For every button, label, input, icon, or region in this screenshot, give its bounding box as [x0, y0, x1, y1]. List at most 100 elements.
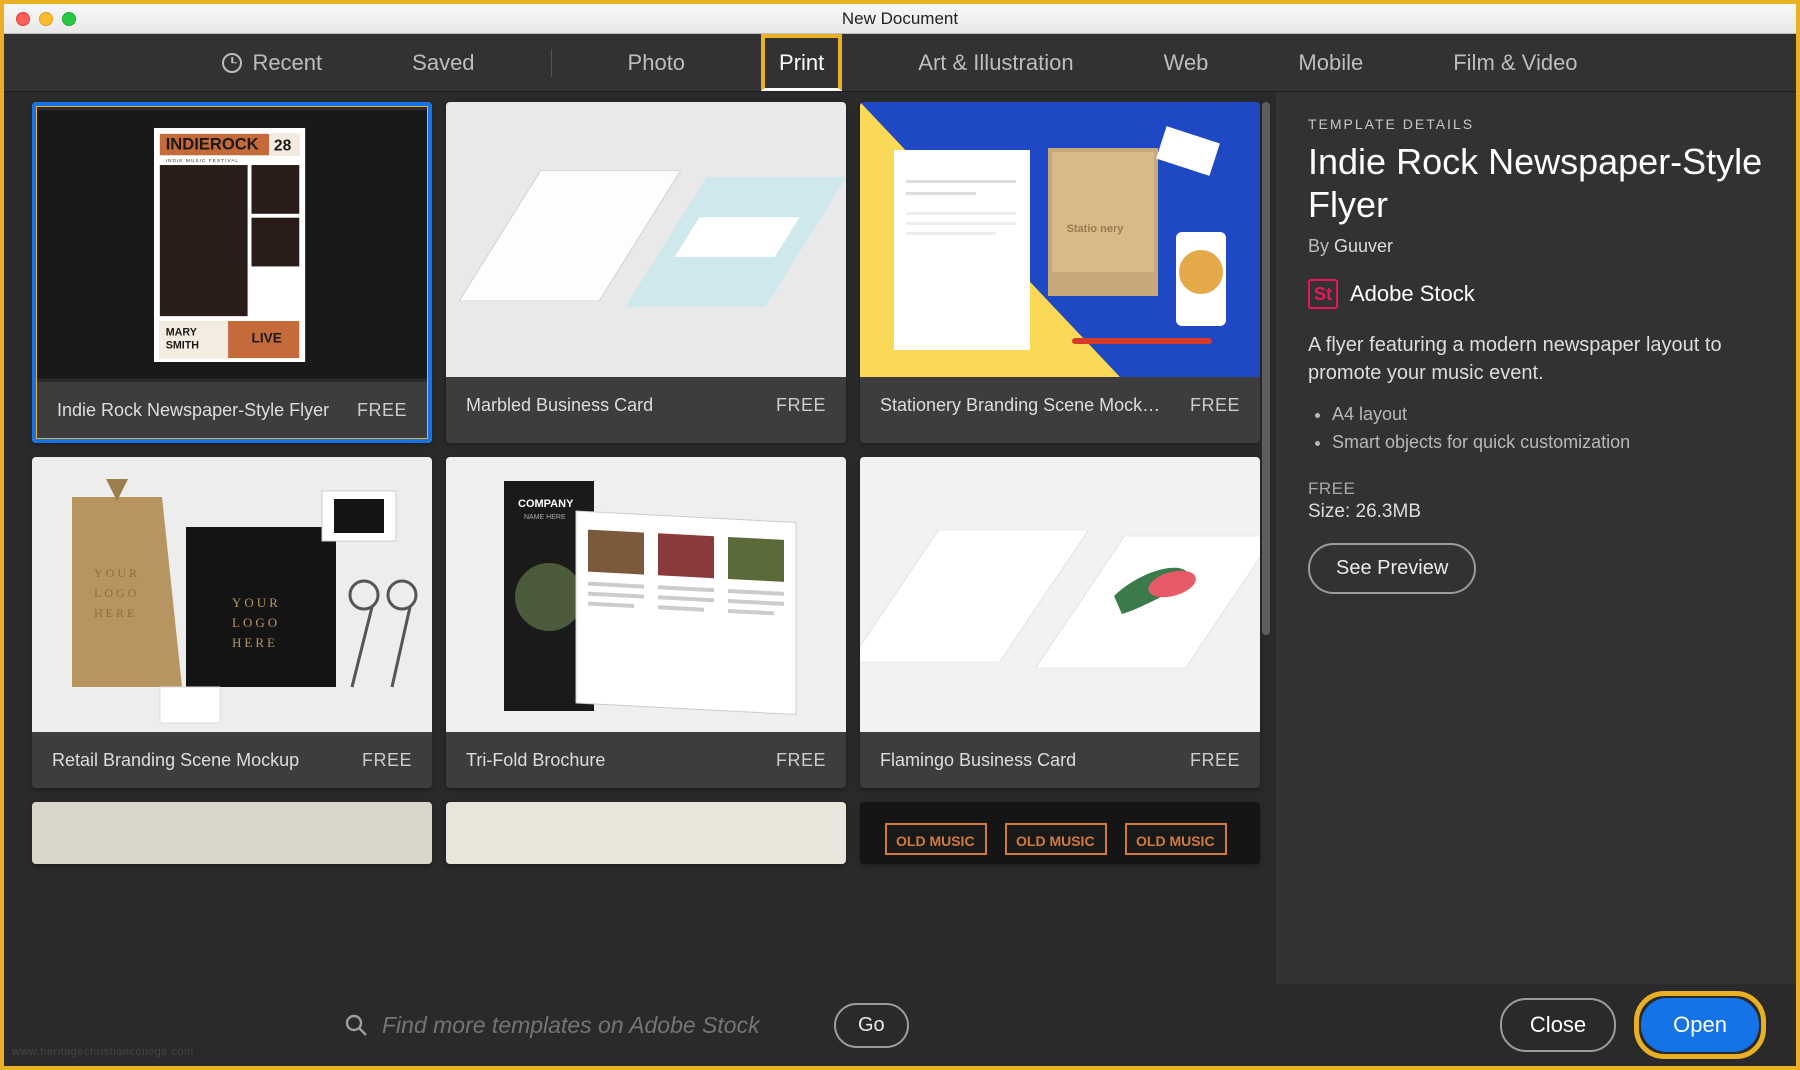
tab-web[interactable]: Web	[1150, 40, 1223, 86]
svg-text:YOUR: YOUR	[232, 595, 281, 610]
template-name: Tri-Fold Brochure	[466, 750, 605, 771]
tab-art[interactable]: Art & Illustration	[904, 40, 1087, 86]
template-card[interactable]: Statio nery Stationery Branding Scene Mo…	[860, 102, 1260, 443]
svg-text:LIVE: LIVE	[252, 330, 282, 345]
template-price: FREE	[362, 750, 412, 771]
template-card[interactable]: Flamingo Business Card FREE	[860, 457, 1260, 788]
adobe-stock-label: Adobe Stock	[1350, 281, 1475, 307]
tab-saved[interactable]: Saved	[398, 40, 488, 86]
svg-text:Statio nery: Statio nery	[1067, 223, 1125, 235]
grid-scrollbar[interactable]	[1264, 102, 1270, 864]
template-grid-pane: INDIEROCK 28 INDIE MUSIC FESTIVAL MARY	[4, 92, 1276, 984]
stock-search: Go	[4, 1003, 1500, 1048]
window-title: New Document	[4, 9, 1796, 29]
tab-photo[interactable]: Photo	[614, 40, 700, 86]
template-caption: Stationery Branding Scene Mock… FREE	[860, 377, 1260, 433]
template-name: Retail Branding Scene Mockup	[52, 750, 299, 771]
template-thumbnail: COMPANY NAME HERE	[446, 457, 846, 732]
clock-icon	[222, 53, 242, 73]
category-tabs: Recent Saved Photo Print Art & Illustrat…	[4, 34, 1796, 92]
template-thumbnail: YOUR LOGO HERE YOUR LOGO HERE	[32, 457, 432, 732]
template-card[interactable]	[446, 802, 846, 864]
details-title: Indie Rock Newspaper-Style Flyer	[1308, 140, 1764, 226]
template-card[interactable]: YOUR LOGO HERE YOUR LOGO HERE Retail	[32, 457, 432, 788]
main-content: INDIEROCK 28 INDIE MUSIC FESTIVAL MARY	[4, 92, 1796, 984]
template-price: FREE	[357, 400, 407, 421]
go-button[interactable]: Go	[834, 1003, 909, 1048]
tab-label: Print	[779, 50, 824, 76]
author-name: Guuver	[1334, 236, 1393, 256]
template-thumbnail	[32, 802, 432, 864]
dialog-footer: Go Close Open	[4, 984, 1796, 1066]
svg-text:HERE: HERE	[94, 606, 137, 620]
bullet-item: A4 layout	[1332, 401, 1764, 429]
svg-text:INDIEROCK: INDIEROCK	[166, 134, 259, 153]
tab-label: Art & Illustration	[918, 50, 1073, 76]
tab-recent[interactable]: Recent	[208, 40, 336, 86]
svg-text:COMPANY: COMPANY	[518, 498, 574, 510]
details-byline: By Guuver	[1308, 236, 1764, 257]
details-heading: TEMPLATE DETAILS	[1308, 116, 1764, 132]
adobe-stock-icon: St	[1308, 279, 1338, 309]
svg-text:28: 28	[274, 137, 292, 154]
open-highlight: Open	[1634, 991, 1766, 1059]
svg-text:LOGO: LOGO	[232, 615, 280, 630]
template-thumbnail	[446, 802, 846, 864]
template-card[interactable]: COMPANY NAME HERE	[446, 457, 846, 788]
template-card[interactable]	[32, 802, 432, 864]
search-icon	[344, 1013, 368, 1037]
template-name: Flamingo Business Card	[880, 750, 1076, 771]
tab-print[interactable]: Print	[761, 34, 842, 91]
template-thumbnail: Statio nery	[860, 102, 1260, 377]
details-bullets: A4 layout Smart objects for quick custom…	[1308, 401, 1764, 457]
svg-text:HERE: HERE	[232, 635, 278, 650]
template-price: FREE	[1190, 750, 1240, 771]
svg-text:SMITH: SMITH	[166, 339, 200, 351]
tab-label: Photo	[628, 50, 686, 76]
svg-text:INDIE MUSIC FESTIVAL: INDIE MUSIC FESTIVAL	[166, 158, 239, 164]
template-name: Indie Rock Newspaper-Style Flyer	[57, 400, 329, 421]
template-price: FREE	[776, 395, 826, 416]
template-card[interactable]: OLD MUSIC OLD MUSIC OLD MUSIC	[860, 802, 1260, 864]
template-card[interactable]: Marbled Business Card FREE	[446, 102, 846, 443]
template-thumbnail: OLD MUSIC OLD MUSIC OLD MUSIC	[860, 802, 1260, 864]
watermark: www.heritagechristiancollege.com	[12, 1046, 194, 1058]
adobe-stock-badge[interactable]: St Adobe Stock	[1308, 279, 1764, 309]
footer-actions: Close Open	[1500, 991, 1796, 1059]
template-name: Marbled Business Card	[466, 395, 653, 416]
template-name: Stationery Branding Scene Mock…	[880, 395, 1160, 416]
details-size: Size: 26.3MB	[1308, 501, 1764, 523]
search-input[interactable]	[382, 1012, 802, 1039]
template-grid: INDIEROCK 28 INDIE MUSIC FESTIVAL MARY	[32, 102, 1260, 864]
tab-label: Mobile	[1298, 50, 1363, 76]
tab-mobile[interactable]: Mobile	[1284, 40, 1377, 86]
svg-text:OLD MUSIC: OLD MUSIC	[896, 833, 975, 849]
tab-label: Web	[1164, 50, 1209, 76]
template-card[interactable]: INDIEROCK 28 INDIE MUSIC FESTIVAL MARY	[32, 102, 432, 443]
template-price: FREE	[1190, 395, 1240, 416]
template-caption: Retail Branding Scene Mockup FREE	[32, 732, 432, 788]
by-label: By	[1308, 236, 1334, 256]
template-details-pane: TEMPLATE DETAILS Indie Rock Newspaper-St…	[1276, 92, 1796, 984]
template-caption: Flamingo Business Card FREE	[860, 732, 1260, 788]
svg-text:OLD MUSIC: OLD MUSIC	[1136, 833, 1215, 849]
open-button[interactable]: Open	[1641, 998, 1759, 1052]
tab-label: Film & Video	[1453, 50, 1577, 76]
close-button[interactable]: Close	[1500, 998, 1616, 1052]
window-titlebar: New Document	[4, 4, 1796, 34]
template-caption: Tri-Fold Brochure FREE	[446, 732, 846, 788]
svg-text:NAME HERE: NAME HERE	[524, 514, 566, 521]
tab-divider	[551, 49, 552, 77]
tab-label: Recent	[252, 50, 322, 76]
template-caption: Indie Rock Newspaper-Style Flyer FREE	[37, 382, 427, 438]
tab-film[interactable]: Film & Video	[1439, 40, 1591, 86]
svg-text:OLD MUSIC: OLD MUSIC	[1016, 833, 1095, 849]
see-preview-button[interactable]: See Preview	[1308, 543, 1476, 594]
bullet-item: Smart objects for quick customization	[1332, 429, 1764, 457]
details-description: A flyer featuring a modern newspaper lay…	[1308, 331, 1764, 387]
tab-label: Saved	[412, 50, 474, 76]
template-price: FREE	[776, 750, 826, 771]
template-thumbnail: INDIEROCK 28 INDIE MUSIC FESTIVAL MARY	[37, 107, 427, 382]
details-price: FREE	[1308, 479, 1764, 499]
svg-text:MARY: MARY	[166, 327, 197, 339]
